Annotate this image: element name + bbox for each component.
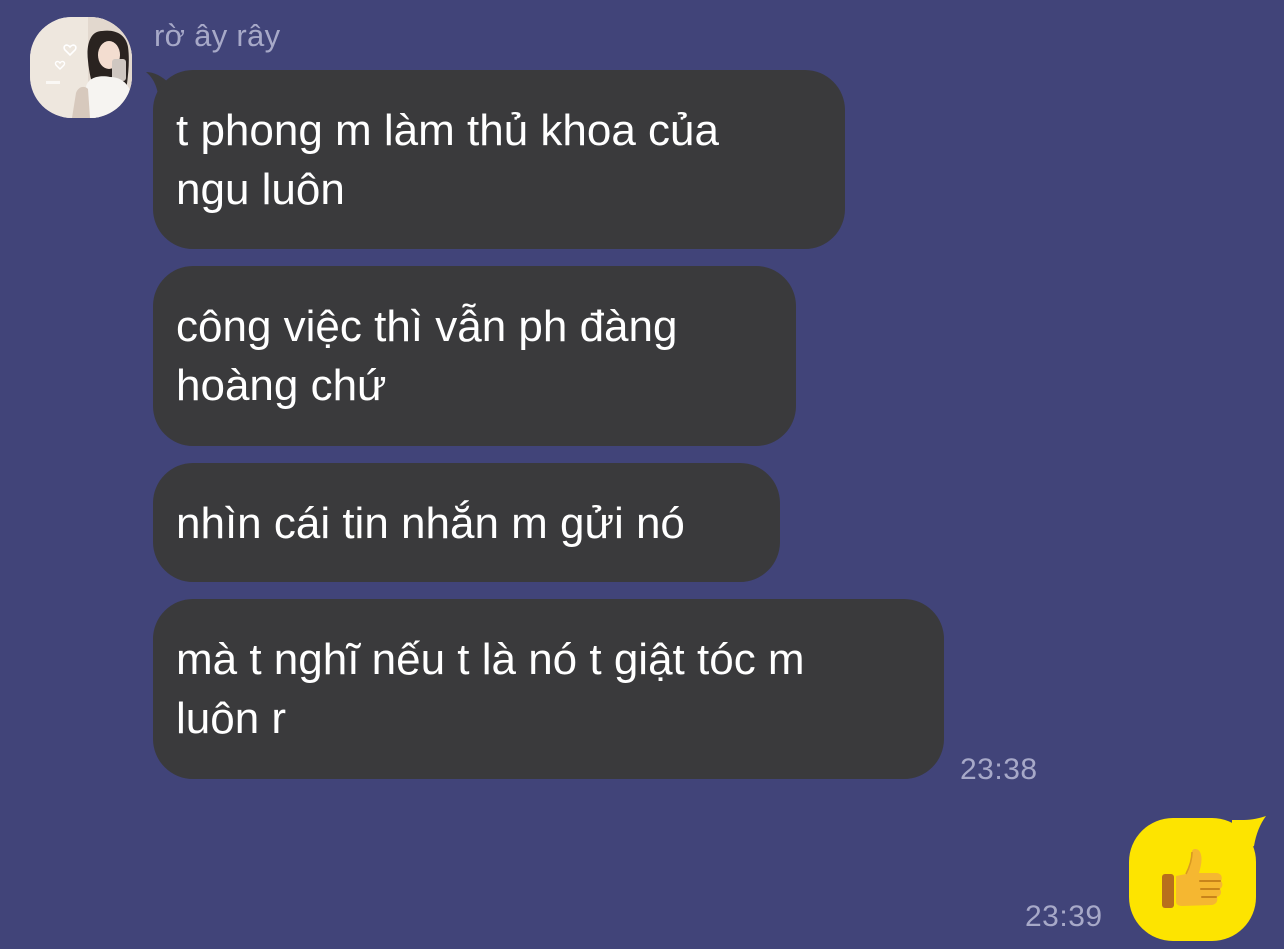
message-text: ngu luôn [176,165,345,214]
avatar-photo [30,17,132,118]
message-timestamp: 23:39 [1025,900,1103,933]
message-text: công việc thì vẫn ph đàng [176,302,678,351]
message-text: luôn r [176,694,287,743]
avatar[interactable] [30,17,132,118]
incoming-message-bubble[interactable]: công việc thì vẫn ph đàng hoàng chứ [153,266,796,446]
message-text: t phong m làm thủ khoa của [176,106,719,155]
incoming-message-bubble[interactable]: nhìn cái tin nhắn m gửi nó [153,463,780,582]
incoming-message-bubble[interactable]: mà t nghĩ nếu t là nó t giật tóc m luôn … [153,599,944,779]
thumbs-up-icon [1162,849,1223,908]
message-text: hoàng chứ [176,361,387,410]
message-text: nhìn cái tin nhắn m gửi nó [176,499,685,548]
message-text: mà t nghĩ nếu t là nó t giật tóc m [176,635,805,684]
message-timestamp: 23:38 [960,753,1038,786]
incoming-message-bubble[interactable]: t phong m làm thủ khoa của ngu luôn [153,70,845,249]
sender-name: rờ ây rây [154,18,281,53]
bubble-tail [1232,816,1266,856]
